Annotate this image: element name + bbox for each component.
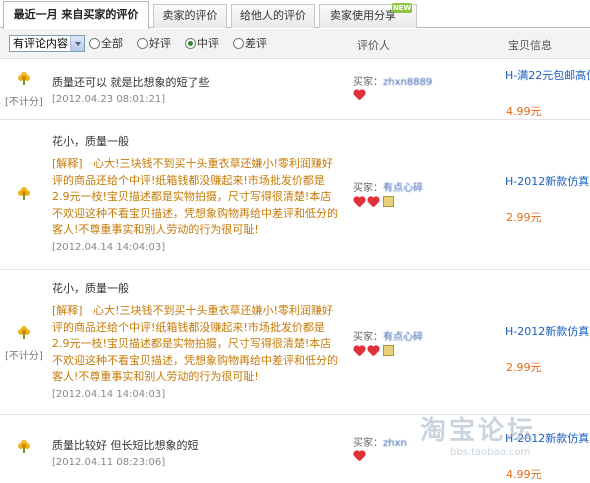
seller-explanation: [解释] 心大!三块钱不到买十头重衣草还嫌小!零利润赚好评的商品还给个中评!纸箱… xyxy=(52,303,342,386)
radio-negative-label: 差评 xyxy=(245,37,267,50)
review-content: 花小，质量一般 [解释] 心大!三块钱不到买十头重衣草还嫌小!零利润赚好评的商品… xyxy=(52,133,342,256)
review-content: 质量还可以 就是比想象的短了些 [2012.04.23 08:01:21] xyxy=(52,74,342,108)
tab-seller-share[interactable]: 卖家使用分享 NEW xyxy=(319,3,417,28)
tab-seller-share-label: 卖家使用分享 xyxy=(330,9,396,22)
radio-all-label: 全部 xyxy=(101,37,123,50)
explanation-label: [解释] xyxy=(52,304,83,317)
buyer-label: 买家： xyxy=(353,438,383,449)
neutral-flower-icon xyxy=(18,72,30,85)
review-text: 质量还可以 就是比想象的短了些 xyxy=(52,76,210,89)
buyer-nick-link[interactable]: zhxn8889 xyxy=(383,77,432,88)
buyer-nick-link[interactable]: zhxn xyxy=(383,438,407,449)
tab-buyer-reviews[interactable]: 最近一月 来自买家的评价 xyxy=(3,1,149,29)
review-date: [2012.04.14 14:04:03] xyxy=(52,241,166,253)
radio-neutral-label: 中评 xyxy=(197,37,219,50)
buyer-nick-link[interactable]: 有点心碎 xyxy=(383,183,423,194)
review-text: 花小，质量一般 xyxy=(52,282,129,295)
explanation-label: [解释] xyxy=(52,157,83,170)
forum-watermark: 淘宝论坛 bbs.taobao.com xyxy=(420,410,590,480)
neutral-flower-icon xyxy=(18,326,30,339)
radio-negative[interactable]: 差评 xyxy=(233,37,267,50)
item-info: H-满22元包邮高仿真装... . 4.99元 xyxy=(505,67,590,121)
buyer-label: 买家： xyxy=(353,332,383,343)
heart-icon xyxy=(353,451,366,462)
buyer-label: 买家： xyxy=(353,183,383,194)
buyer-label: 买家： xyxy=(353,77,383,88)
item-info: H-2012新款仿真花家... . 2.99元 xyxy=(505,173,590,227)
buyer-info: 买家：zhxn8889 xyxy=(353,73,432,88)
column-header-item: 宝贝信息 xyxy=(508,39,552,52)
item-title-link[interactable]: H-2012新款仿真花家... xyxy=(505,173,590,191)
review-row: [不计分] 质量还可以 就是比想象的短了些 [2012.04.23 08:01:… xyxy=(0,60,590,120)
review-content: 花小，质量一般 [解释] 心大!三块钱不到买十头重衣草还嫌小!零利润赚好评的商品… xyxy=(52,280,342,403)
heart-icon xyxy=(353,346,366,357)
item-title-link[interactable]: H-2012新款仿真花家... xyxy=(505,323,590,341)
buyer-credit-hearts xyxy=(353,196,394,208)
watermark-main: 淘宝论坛 xyxy=(420,416,537,446)
filter-bar: 有评论内容 全部 好评 中评 差评 评价人 宝贝信息 xyxy=(0,29,590,59)
heart-icon xyxy=(353,90,366,101)
review-row: [不计分] 花小，质量一般 [解释] 心大!三块钱不到买十头重衣草还嫌小!零利润… xyxy=(0,271,590,415)
radio-circle-icon[interactable] xyxy=(89,38,100,49)
item-title-link[interactable]: H-满22元包邮高仿真装... xyxy=(505,67,590,85)
review-date: [2012.04.14 14:04:03] xyxy=(52,388,166,400)
review-content: 质量比较好 但长短比想象的短 [2012.04.11 08:23:06] xyxy=(52,437,342,471)
item-price: 2.99元 xyxy=(506,361,542,374)
radio-positive-label: 好评 xyxy=(149,37,171,50)
buyer-credit-hearts xyxy=(353,451,367,463)
content-filter-value: 有评论内容 xyxy=(13,37,68,50)
item-price: 4.99元 xyxy=(506,105,542,118)
review-row: 花小，质量一般 [解释] 心大!三块钱不到买十头重衣草还嫌小!零利润赚好评的商品… xyxy=(0,121,590,270)
buyer-info: 买家：有点心碎 xyxy=(353,328,423,343)
vip-badge-icon xyxy=(383,196,394,207)
review-date: [2012.04.23 08:01:21] xyxy=(52,94,166,105)
radio-circle-icon[interactable] xyxy=(233,38,244,49)
heart-icon xyxy=(353,197,366,208)
heart-icon xyxy=(367,197,380,208)
radio-neutral[interactable]: 中评 xyxy=(185,37,219,50)
review-text: 花小，质量一般 xyxy=(52,135,129,148)
tab-seller-reviews[interactable]: 卖家的评价 xyxy=(153,4,227,28)
not-counted-label: [不计分] xyxy=(5,351,43,362)
radio-positive[interactable]: 好评 xyxy=(137,37,171,50)
review-date: [2012.04.11 08:23:06] xyxy=(52,457,166,468)
buyer-credit-hearts xyxy=(353,90,367,102)
watermark-sub: bbs.taobao.com xyxy=(450,447,531,458)
neutral-flower-icon xyxy=(18,187,30,200)
radio-checked-icon[interactable] xyxy=(185,38,196,49)
content-filter-select[interactable]: 有评论内容 xyxy=(9,35,85,52)
neutral-flower-icon xyxy=(18,440,30,453)
item-price: 2.99元 xyxy=(506,211,542,224)
radio-all[interactable]: 全部 xyxy=(89,37,123,50)
buyer-nick-link[interactable]: 有点心碎 xyxy=(383,332,423,343)
item-info: H-2012新款仿真花家... . 2.99元 xyxy=(505,323,590,377)
heart-icon xyxy=(367,346,380,357)
buyer-info: 买家：有点心碎 xyxy=(353,179,423,194)
new-badge: NEW xyxy=(392,3,412,13)
radio-circle-icon[interactable] xyxy=(137,38,148,49)
review-text: 质量比较好 但长短比想象的短 xyxy=(52,439,199,452)
explanation-text: 心大!三块钱不到买十头重衣草还嫌小!零利润赚好评的商品还给个中评!纸箱钱都没赚起… xyxy=(52,157,338,237)
column-header-reviewer: 评价人 xyxy=(357,39,390,52)
vip-badge-icon xyxy=(383,345,394,356)
review-tabs: 最近一月 来自买家的评价 卖家的评价 给他人的评价 卖家使用分享 NEW xyxy=(0,0,590,29)
buyer-credit-hearts xyxy=(353,345,394,357)
tab-given-reviews[interactable]: 给他人的评价 xyxy=(231,4,315,28)
seller-explanation: [解释] 心大!三块钱不到买十头重衣草还嫌小!零利润赚好评的商品还给个中评!纸箱… xyxy=(52,156,342,239)
not-counted-label: [不计分] xyxy=(5,97,43,108)
explanation-text: 心大!三块钱不到买十头重衣草还嫌小!零利润赚好评的商品还给个中评!纸箱钱都没赚起… xyxy=(52,304,338,384)
chevron-down-icon[interactable] xyxy=(70,36,84,51)
buyer-info: 买家：zhxn xyxy=(353,434,407,449)
